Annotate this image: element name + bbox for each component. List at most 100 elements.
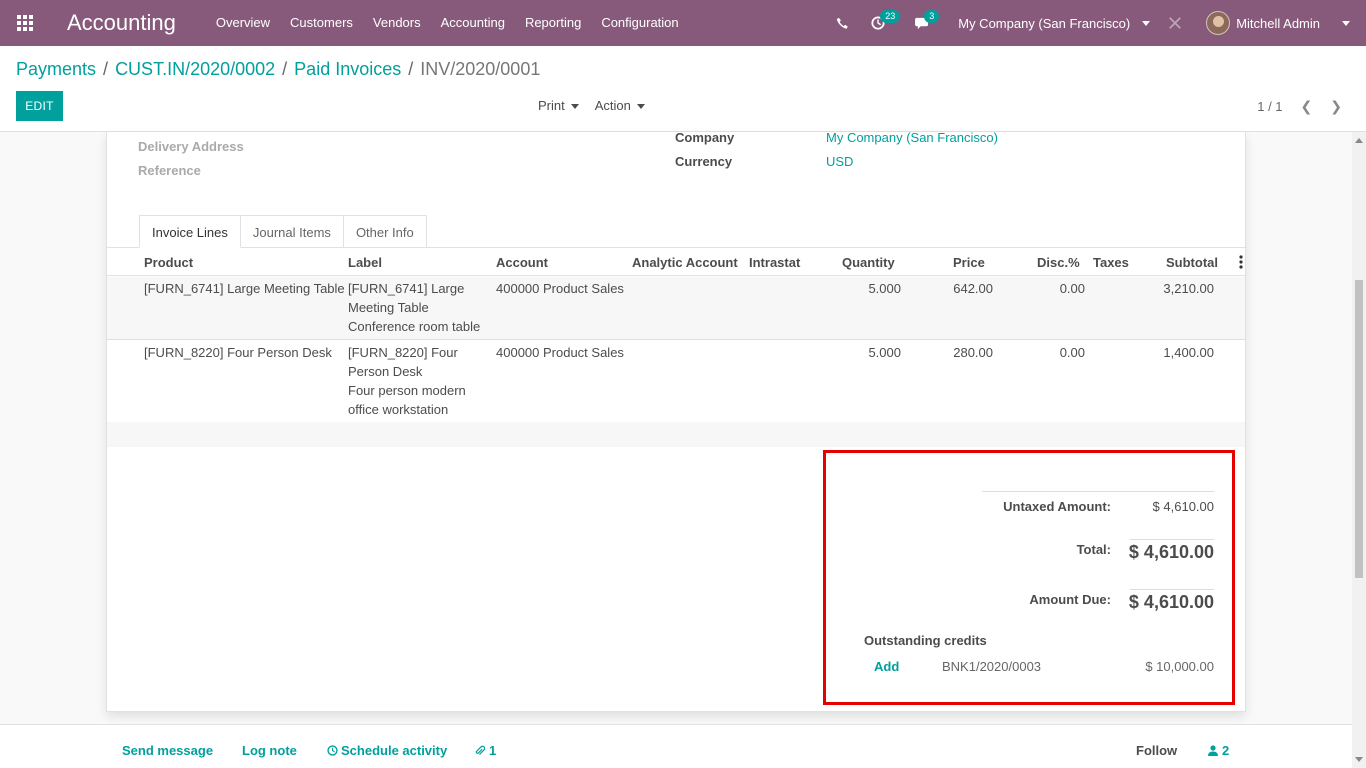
pager-value[interactable]: 1 / 1 xyxy=(1257,99,1282,114)
line-price: 642.00 xyxy=(953,281,993,296)
chevron-left-icon[interactable]: ❮ xyxy=(1301,98,1313,115)
control-panel: Payments / CUST.IN/2020/0002 / Paid Invo… xyxy=(0,46,1366,132)
scroll-down-icon[interactable] xyxy=(1355,757,1363,762)
line-discount: 0.00 xyxy=(1059,345,1085,360)
currency-field-label: Currency xyxy=(675,154,733,169)
column-label[interactable]: Label xyxy=(348,255,382,270)
schedule-activity-label: Schedule activity xyxy=(341,743,448,758)
totals-divider xyxy=(982,491,1214,492)
breadcrumb-payment-record[interactable]: CUST.IN/2020/0002 xyxy=(115,59,275,80)
debug-tools-icon[interactable] xyxy=(1168,0,1182,46)
line-label-text: office workstation xyxy=(348,402,449,417)
column-price[interactable]: Price xyxy=(953,255,985,270)
follow-button[interactable]: Follow xyxy=(1136,743,1177,758)
line-price: 280.00 xyxy=(953,345,993,360)
untaxed-amount-label: Untaxed Amount: xyxy=(1003,499,1111,514)
company-switcher[interactable]: My Company (San Francisco) xyxy=(958,0,1151,46)
menu-item-overview[interactable]: Overview xyxy=(206,0,280,46)
line-product: [FURN_6741] Large Meeting Table xyxy=(144,281,345,296)
line-label: [FURN_6741] Large Meeting Table Conferen… xyxy=(348,279,480,336)
column-intrastat[interactable]: Intrastat xyxy=(749,255,800,270)
tab-invoice-lines[interactable]: Invoice Lines xyxy=(139,215,241,248)
breadcrumb-current: INV/2020/0001 xyxy=(420,59,541,79)
total-label: Total: xyxy=(1076,542,1111,557)
line-label-text: Meeting Table xyxy=(348,300,429,315)
menu-item-vendors[interactable]: Vendors xyxy=(363,0,431,46)
line-product: [FURN_8220] Four Person Desk xyxy=(144,345,332,360)
optional-columns-icon[interactable] xyxy=(1239,255,1243,269)
scrollbar-thumb[interactable] xyxy=(1355,280,1363,578)
column-subtotal[interactable]: Subtotal xyxy=(1166,255,1218,270)
tab-other-info[interactable]: Other Info xyxy=(342,215,427,248)
breadcrumb-paid-invoices[interactable]: Paid Invoices xyxy=(294,59,401,80)
outstanding-credits-title: Outstanding credits xyxy=(864,633,987,648)
line-label: [FURN_8220] Four Person Desk Four person… xyxy=(348,343,466,419)
edit-button[interactable]: EDIT xyxy=(16,91,63,121)
clock-icon xyxy=(327,745,338,756)
attachments-count: 1 xyxy=(489,743,497,758)
user-menu[interactable]: Mitchell Admin xyxy=(1206,0,1366,46)
amount-due-value: $ 4,610.00 xyxy=(1128,592,1214,612)
line-label-text: [FURN_6741] Large xyxy=(348,281,465,296)
apps-menu-icon[interactable] xyxy=(0,0,50,46)
currency-field-value[interactable]: USD xyxy=(826,154,853,169)
print-label: Print xyxy=(538,98,565,113)
column-account[interactable]: Account xyxy=(496,255,548,270)
line-account: 400000 Product Sales xyxy=(496,281,624,296)
top-navbar: Accounting Overview Customers Vendors Ac… xyxy=(0,0,1366,46)
chatter-bar: Send message Log note Schedule activity … xyxy=(0,724,1352,768)
main-menu: Overview Customers Vendors Accounting Re… xyxy=(206,0,689,46)
line-quantity: 5.000 xyxy=(868,281,901,296)
log-note-button[interactable]: Log note xyxy=(242,743,297,758)
user-icon xyxy=(1208,745,1218,756)
table-row-empty xyxy=(107,422,1245,447)
totals-divider xyxy=(1130,539,1214,540)
column-taxes[interactable]: Taxes xyxy=(1093,255,1129,270)
table-header: Product Label Account Analytic Account I… xyxy=(107,248,1247,276)
menu-item-customers[interactable]: Customers xyxy=(280,0,363,46)
attachments-button[interactable]: 1 xyxy=(474,743,496,758)
chevron-down-icon xyxy=(636,104,645,110)
totals-highlight-box: Untaxed Amount: $ 4,610.00 Total: $ 4,61… xyxy=(823,450,1235,705)
paperclip-icon xyxy=(475,745,485,755)
add-credit-link[interactable]: Add xyxy=(874,659,899,674)
column-product[interactable]: Product xyxy=(144,255,193,270)
page-scrollbar[interactable] xyxy=(1352,132,1366,768)
user-name: Mitchell Admin xyxy=(1236,15,1320,31)
messages-icon[interactable]: 3 xyxy=(915,0,940,46)
action-label: Action xyxy=(594,98,631,113)
company-name: My Company (San Francisco) xyxy=(958,15,1131,31)
app-title[interactable]: Accounting xyxy=(67,10,176,36)
activity-clock-icon[interactable]: 23 xyxy=(871,0,901,46)
untaxed-amount-value: $ 4,610.00 xyxy=(1152,499,1214,514)
send-message-button[interactable]: Send message xyxy=(122,743,213,758)
table-row[interactable]: [FURN_6741] Large Meeting Table [FURN_67… xyxy=(107,277,1245,340)
message-count-badge: 3 xyxy=(924,10,940,23)
line-subtotal: 1,400.00 xyxy=(1163,345,1214,360)
schedule-activity-button[interactable]: Schedule activity xyxy=(327,743,447,758)
phone-icon[interactable] xyxy=(836,0,849,46)
line-label-text: [FURN_8220] Four xyxy=(348,345,458,360)
line-label-text: Four person modern xyxy=(348,383,466,398)
menu-item-configuration[interactable]: Configuration xyxy=(591,0,688,46)
scroll-up-icon[interactable] xyxy=(1355,138,1363,143)
menu-item-reporting[interactable]: Reporting xyxy=(515,0,591,46)
print-dropdown[interactable]: Print xyxy=(538,98,579,113)
action-dropdown[interactable]: Action xyxy=(595,98,645,113)
tab-journal-items[interactable]: Journal Items xyxy=(239,215,344,248)
pager: 1 / 1 ❮ ❯ xyxy=(1257,98,1342,115)
table-row[interactable]: [FURN_8220] Four Person Desk [FURN_8220]… xyxy=(107,340,1245,422)
activity-count-badge: 23 xyxy=(880,10,901,23)
form-sheet: Delivery Address Reference Company My Co… xyxy=(106,130,1247,712)
menu-item-accounting[interactable]: Accounting xyxy=(431,0,515,46)
column-discount[interactable]: Disc.% xyxy=(1037,255,1080,270)
column-analytic-account[interactable]: Analytic Account xyxy=(632,255,738,270)
credit-amount: $ 10,000.00 xyxy=(1145,659,1214,674)
company-field-value[interactable]: My Company (San Francisco) xyxy=(826,130,998,145)
totals-divider xyxy=(1130,589,1214,590)
breadcrumb-payments[interactable]: Payments xyxy=(16,59,96,80)
chevron-right-icon[interactable]: ❯ xyxy=(1330,98,1342,115)
column-quantity[interactable]: Quantity xyxy=(842,255,895,270)
followers-button[interactable]: 2 xyxy=(1208,743,1229,758)
amount-due-label: Amount Due: xyxy=(1029,592,1111,607)
